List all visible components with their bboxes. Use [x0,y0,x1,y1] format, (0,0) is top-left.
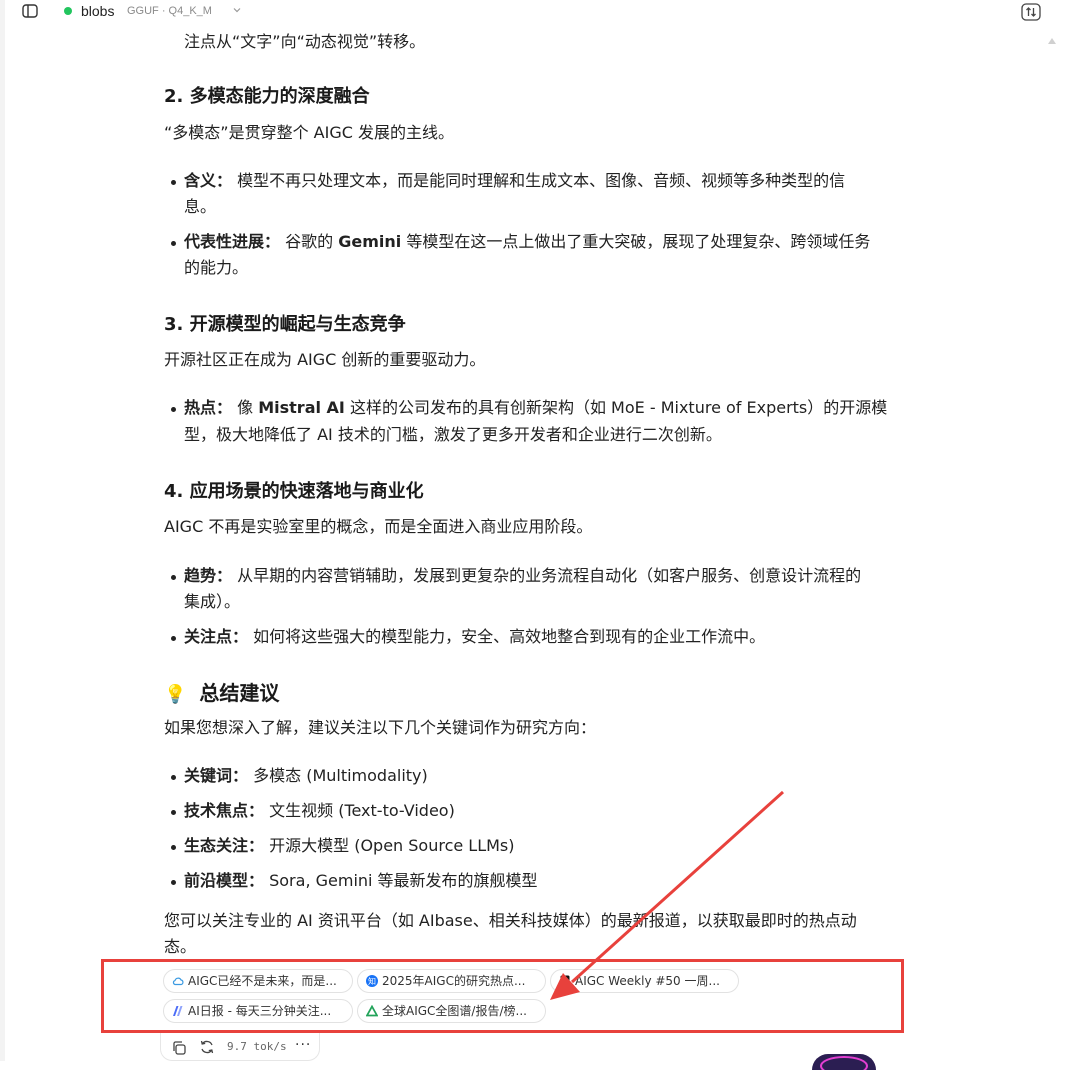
message-action-bar: 9.7 tok/s ··· [160,1033,320,1061]
avatar[interactable] [812,1054,876,1070]
generation-speed: 9.7 tok/s [227,1040,287,1053]
copy-icon[interactable] [171,1040,187,1056]
annotation-arrow [550,790,785,1000]
regenerate-icon[interactable] [199,1039,215,1055]
more-options-button[interactable]: ··· [295,1037,311,1053]
